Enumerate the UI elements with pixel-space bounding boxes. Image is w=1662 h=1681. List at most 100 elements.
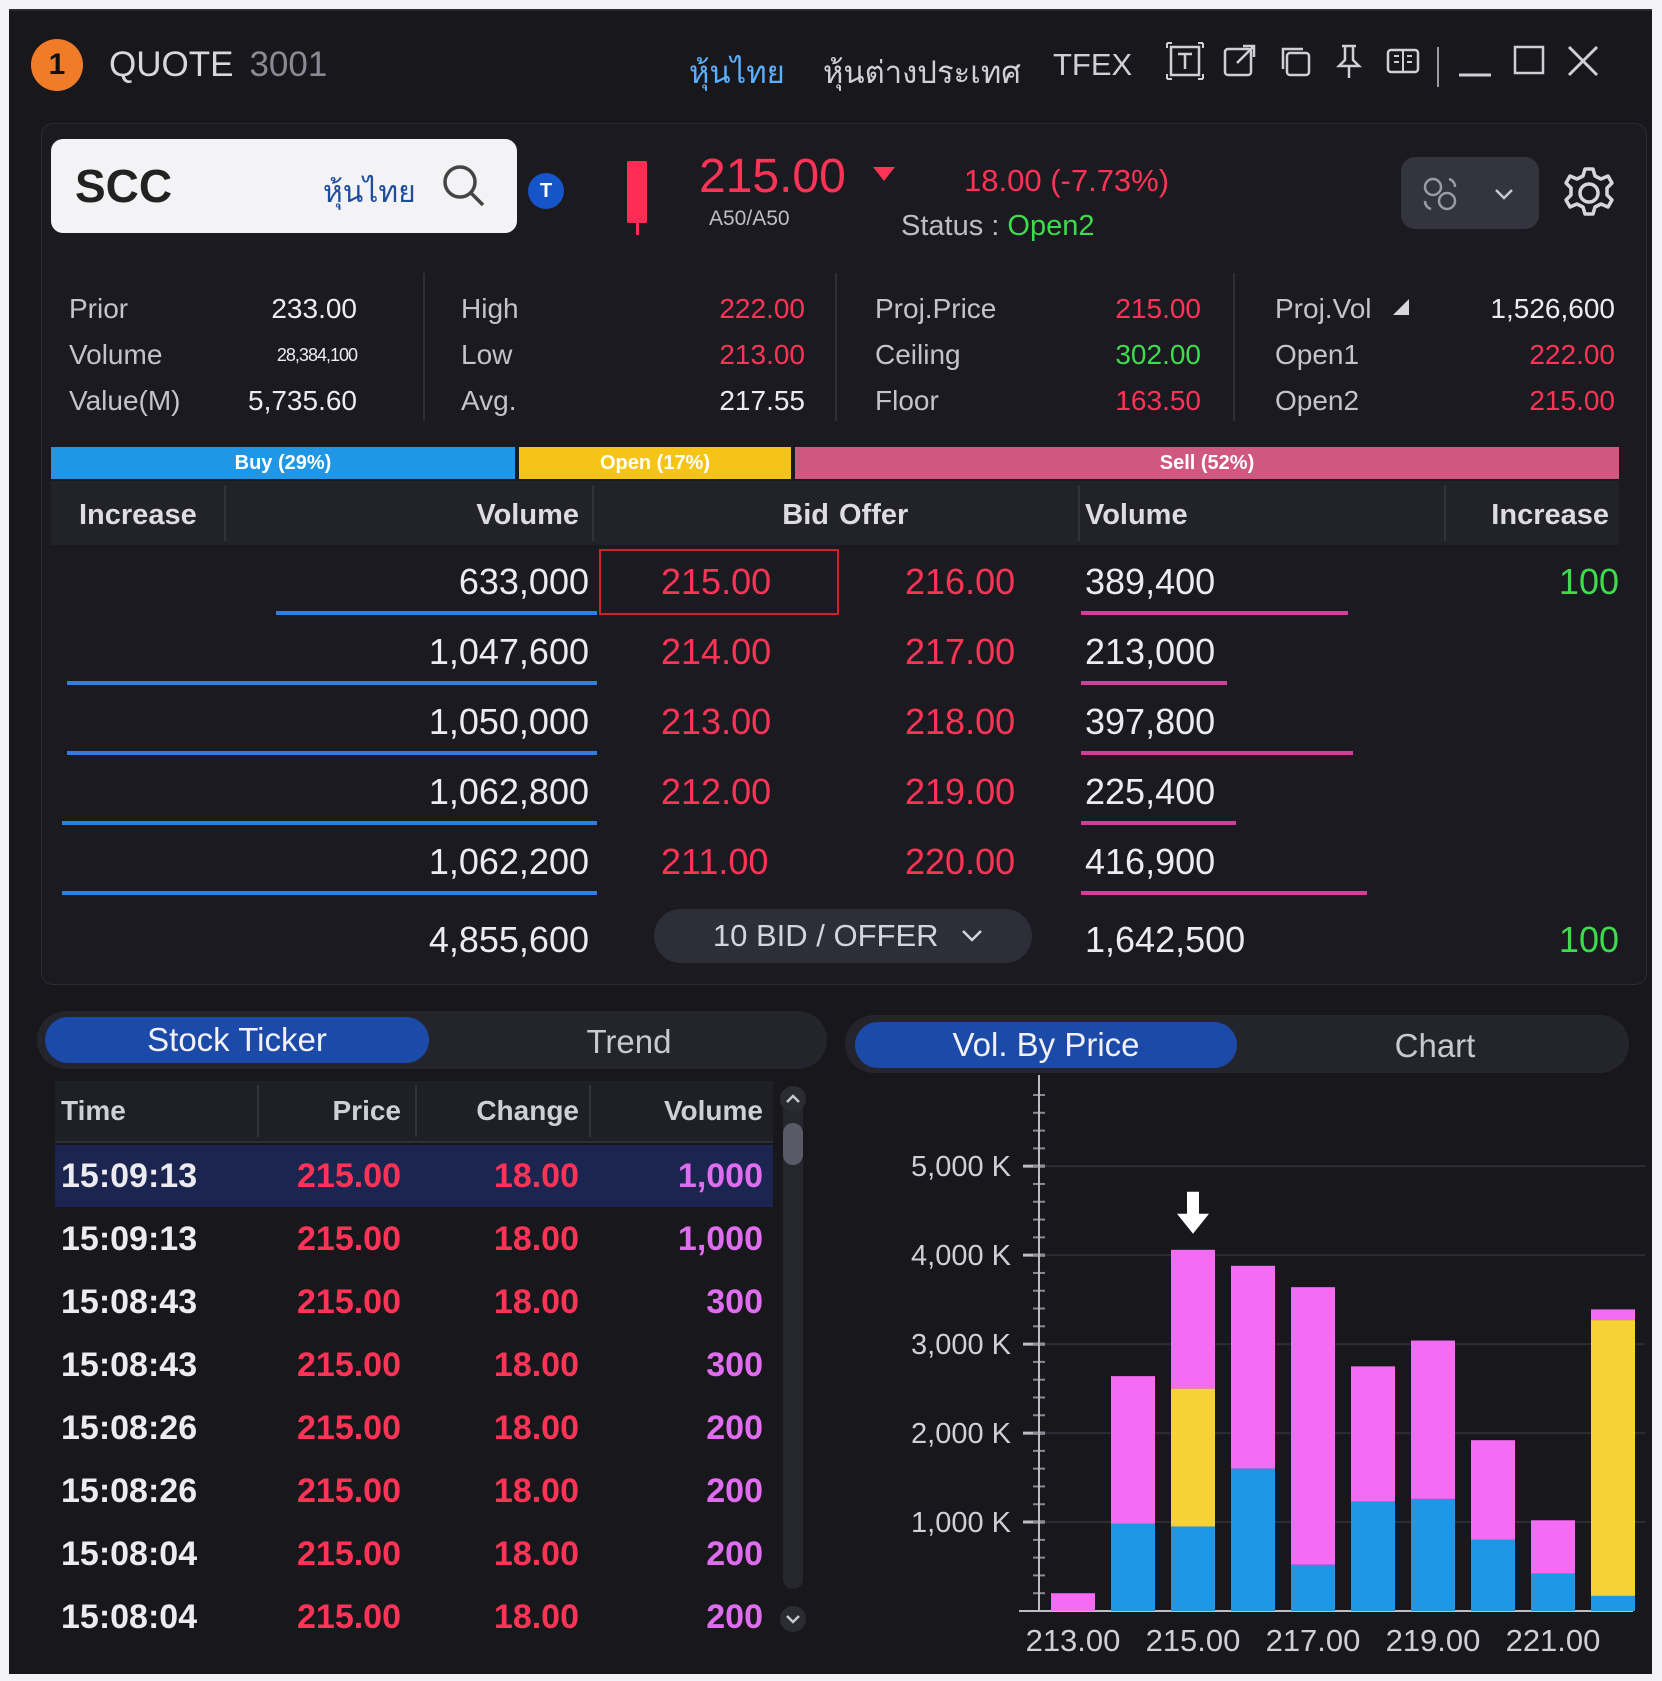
- offer-price[interactable]: 217.00: [905, 631, 1015, 673]
- volume-bar-segment[interactable]: [1291, 1287, 1335, 1565]
- stat-value-proj-price: 215.00: [1115, 293, 1201, 324]
- search-icon[interactable]: [439, 161, 489, 211]
- stat-label-prior: Prior: [69, 293, 129, 324]
- stat-value-floor: 163.50: [1115, 385, 1201, 416]
- scroll-down-icon[interactable]: [779, 1605, 807, 1633]
- offer-volume: 397,800: [1085, 701, 1216, 742]
- bid-price[interactable]: 214.00: [661, 631, 771, 673]
- bid-price[interactable]: 213.00: [661, 701, 771, 743]
- offer-depth-bar: [1081, 751, 1353, 755]
- volume-bar-segment[interactable]: [1591, 1595, 1635, 1611]
- offer-volume: 225,400: [1085, 771, 1216, 812]
- ticker-change: 18.00: [493, 1283, 579, 1321]
- external-link-icon[interactable]: [1219, 41, 1259, 81]
- stat-label-proj-vol: Proj.Vol: [1275, 293, 1372, 324]
- ticker-row[interactable]: 15:08:26 215.00 18.00 200: [55, 1460, 773, 1522]
- tab-chart[interactable]: Chart: [1245, 1027, 1625, 1065]
- offer-price[interactable]: 219.00: [905, 771, 1015, 813]
- market-label: หุ้นไทย: [323, 176, 416, 209]
- ticker-row[interactable]: 15:08:26 215.00 18.00 200: [55, 1397, 773, 1459]
- header-bid-increase: Increase: [79, 499, 197, 531]
- bid-depth-bar: [276, 611, 597, 615]
- current-price-arrow-icon: [1177, 1191, 1209, 1234]
- ticker-change: 18.00: [493, 1220, 579, 1258]
- offer-depth-bar: [1081, 611, 1348, 615]
- pin-icon[interactable]: [1329, 41, 1369, 81]
- y-tick-label: 1,000 K: [911, 1507, 1012, 1539]
- volume-bar-segment[interactable]: [1531, 1573, 1575, 1611]
- volume-bar-segment[interactable]: [1471, 1440, 1515, 1540]
- ticker-row[interactable]: 15:09:13 215.00 18.00 1,000: [55, 1208, 773, 1270]
- volume-bar-segment[interactable]: [1171, 1526, 1215, 1611]
- projvol-sort-icon[interactable]: [1391, 297, 1411, 317]
- tab-stock-ticker[interactable]: Stock Ticker: [45, 1017, 429, 1063]
- offer-price[interactable]: 220.00: [905, 841, 1015, 883]
- ticker-row[interactable]: 15:08:43 215.00 18.00 300: [55, 1271, 773, 1333]
- volume-bar-segment[interactable]: [1591, 1320, 1635, 1596]
- volume-bar-segment[interactable]: [1111, 1376, 1155, 1524]
- volume-bar-segment[interactable]: [1171, 1388, 1215, 1527]
- ticker-change: 18.00: [493, 1157, 579, 1195]
- nav-tfex[interactable]: TFEX: [1053, 47, 1132, 83]
- volume-bar-segment[interactable]: [1591, 1309, 1635, 1321]
- symbol-search-box[interactable]: SCC หุ้นไทย: [51, 139, 517, 233]
- volume-bar-segment[interactable]: [1111, 1523, 1155, 1611]
- volume-bar-segment[interactable]: [1171, 1249, 1215, 1389]
- bid-price[interactable]: 211.00: [661, 841, 768, 883]
- status-label: Status :: [901, 210, 1000, 242]
- ticker-row[interactable]: 15:08:43 215.00 18.00 300: [55, 1334, 773, 1396]
- volume-bar-segment[interactable]: [1531, 1520, 1575, 1574]
- volume-bar-segment[interactable]: [1231, 1468, 1275, 1611]
- ticker-time: 15:08:04: [61, 1598, 198, 1636]
- tab-vol-by-price[interactable]: Vol. By Price: [855, 1022, 1237, 1068]
- volume-bar-segment[interactable]: [1351, 1501, 1395, 1611]
- stat-label-low: Low: [461, 339, 513, 370]
- offer-price[interactable]: 216.00: [905, 561, 1015, 603]
- ticker-header-change: Change: [476, 1095, 579, 1126]
- symbol-input[interactable]: SCC: [75, 159, 172, 213]
- ticker-price: 215.00: [297, 1598, 401, 1636]
- volume-bar-segment[interactable]: [1471, 1539, 1515, 1611]
- book-icon[interactable]: [1383, 41, 1423, 81]
- bid-depth-bar: [62, 821, 597, 825]
- maximize-icon[interactable]: [1509, 41, 1549, 81]
- volume-bar-segment[interactable]: [1291, 1564, 1335, 1611]
- quote-window: 1 QUOTE 3001 หุ้นไทย หุ้นต่างประเทศ TFEX: [9, 9, 1652, 1674]
- title-divider: [1437, 47, 1439, 87]
- bid-offer-depth-button[interactable]: 10 BID / OFFER: [654, 909, 1032, 963]
- close-icon[interactable]: [1563, 41, 1603, 81]
- ticker-price: 215.00: [297, 1157, 401, 1195]
- ticker-price: 215.00: [297, 1220, 401, 1258]
- text-box-icon[interactable]: [1165, 41, 1205, 81]
- ticker-time: 15:09:13: [61, 1220, 198, 1258]
- duplicate-icon[interactable]: [1275, 41, 1315, 81]
- candle-wick: [636, 219, 639, 235]
- volume-bar-segment[interactable]: [1051, 1593, 1095, 1611]
- ticker-row[interactable]: 15:08:04 215.00 18.00 200: [55, 1586, 773, 1648]
- bid-price[interactable]: 212.00: [661, 771, 771, 813]
- settings-gear-icon[interactable]: [1559, 163, 1619, 223]
- nav-thai-stock[interactable]: หุ้นไทย: [689, 47, 785, 97]
- display-mode-dropdown[interactable]: [1401, 157, 1539, 229]
- stat-label-value-m-: Value(M): [69, 385, 181, 416]
- t-badge: T: [528, 173, 564, 209]
- nav-foreign-stock[interactable]: หุ้นต่างประเทศ: [823, 47, 1021, 97]
- minimize-icon[interactable]: [1455, 41, 1495, 81]
- header-bid: Bid: [782, 499, 829, 531]
- volume-bar-segment[interactable]: [1351, 1366, 1395, 1502]
- volume-bar-segment[interactable]: [1411, 1340, 1455, 1499]
- ticker-scroll-thumb[interactable]: [783, 1123, 803, 1165]
- stats-divider: [423, 273, 425, 421]
- volume-bar-segment[interactable]: [1411, 1498, 1455, 1611]
- offer-price[interactable]: 218.00: [905, 701, 1015, 743]
- ticker-row[interactable]: 15:08:04 215.00 18.00 200: [55, 1523, 773, 1585]
- volume-bar-segment[interactable]: [1231, 1265, 1275, 1469]
- status-value: Open2: [1007, 210, 1095, 242]
- ticker-time: 15:08:26: [61, 1472, 198, 1510]
- total-offer-volume: 1,642,500: [1085, 919, 1246, 960]
- scroll-up-icon[interactable]: [779, 1085, 807, 1113]
- stat-label-floor: Floor: [875, 385, 939, 416]
- ticker-time: 15:08:43: [61, 1346, 198, 1384]
- tab-trend[interactable]: Trend: [439, 1023, 819, 1061]
- ticker-row[interactable]: 15:09:13 215.00 18.00 1,000: [55, 1145, 773, 1207]
